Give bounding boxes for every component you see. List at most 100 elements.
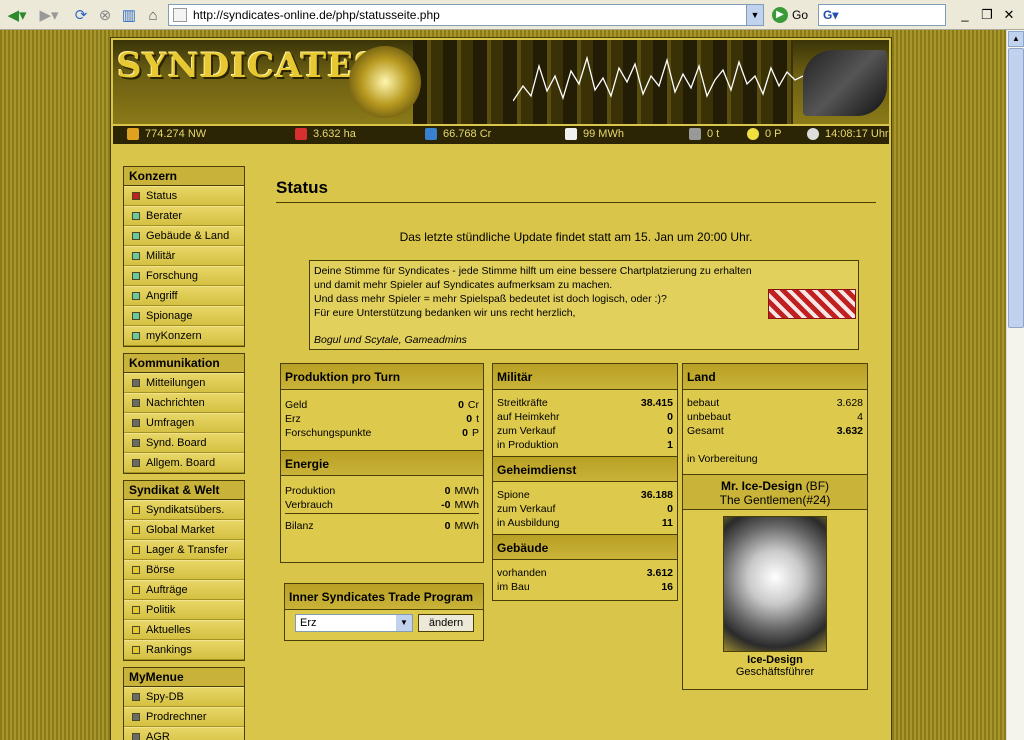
stat-row: in Ausbildung 11	[497, 517, 673, 529]
sidebar-item-global-market[interactable]: Global Market	[124, 520, 244, 540]
networth-icon	[127, 128, 139, 140]
bullet-icon	[132, 713, 140, 721]
change-button[interactable]: ändern	[418, 614, 474, 632]
bullet-icon	[132, 526, 140, 534]
stat-row: Bilanz 0 MWh	[285, 520, 479, 532]
sidebar: Konzern Status Berater Gebäude & Land Mi…	[123, 166, 245, 740]
resource-select[interactable]: Erz ▼	[295, 614, 413, 632]
sidebar-item-syndikatsuebers[interactable]: Syndikatsübers.	[124, 500, 244, 520]
bullet-icon	[132, 506, 140, 514]
browser-toolbar: ◀▾ ▶▾ ⟳ ⊗ ▥ ⌂ http://syndicates-online.d…	[0, 0, 1024, 30]
vote-banner[interactable]	[768, 289, 856, 319]
menu-title: Konzern	[124, 167, 244, 186]
sidebar-item-militaer[interactable]: Militär	[124, 246, 244, 266]
inner-trade-box: Inner Syndicates Trade Program Erz ▼ änd…	[284, 583, 484, 641]
sidebar-item-berater[interactable]: Berater	[124, 206, 244, 226]
history-icon[interactable]: ▥	[118, 4, 140, 26]
sidebar-item-spionage[interactable]: Spionage	[124, 306, 244, 326]
game-page: SYNDICATES 774.274 NW 3.632 ha 66.768 Cr…	[110, 37, 892, 740]
clock-icon	[807, 128, 819, 140]
forward-icon[interactable]: ▶▾	[34, 4, 64, 26]
stat-row: Geld 0 Cr	[285, 399, 479, 411]
stat-row: in Produktion 1	[497, 439, 673, 451]
sidebar-item-lager-transfer[interactable]: Lager & Transfer	[124, 540, 244, 560]
land-icon	[295, 128, 307, 140]
sidebar-item-mitteilungen[interactable]: Mitteilungen	[124, 373, 244, 393]
box-title: Produktion pro Turn	[281, 364, 483, 390]
sidebar-item-forschung[interactable]: Forschung	[124, 266, 244, 286]
ore-icon	[689, 128, 701, 140]
stat-row: im Bau 16	[497, 581, 673, 593]
stat-row: Gesamt 3.632	[687, 425, 863, 437]
sidebar-item-prodrechner[interactable]: Prodrechner	[124, 707, 244, 727]
sidebar-item-spy-db[interactable]: Spy-DB	[124, 687, 244, 707]
stat-row: auf Heimkehr 0	[497, 411, 673, 423]
mech-weapon-image	[803, 50, 887, 116]
update-message: Das letzte stündliche Update findet stat…	[399, 230, 753, 244]
lightbulb-icon	[747, 128, 759, 140]
stat-row: Spione 36.188	[497, 489, 673, 501]
vote-signature: Bogul und Scytale, Gameadmins	[314, 334, 467, 346]
profile-header: Mr. Ice-Design (BF) The Gentlemen(#24)	[683, 474, 867, 510]
bullet-icon	[132, 419, 140, 427]
sidebar-item-angriff[interactable]: Angriff	[124, 286, 244, 306]
restore-icon[interactable]: ❐	[978, 6, 996, 24]
production-box: Produktion pro Turn Geld 0 Cr Erz 0 t Forsch…	[280, 363, 484, 563]
syndicates-logo: SYNDICATES	[117, 46, 380, 86]
go-arrow-icon: ▶	[772, 7, 788, 23]
stat-row: Produktion 0 MWh	[285, 485, 479, 497]
go-button[interactable]: ▶ Go	[772, 5, 808, 25]
ore-stat: 0 t	[689, 128, 719, 140]
sidebar-item-rankings[interactable]: Rankings	[124, 640, 244, 660]
bullet-icon	[132, 546, 140, 554]
ruler-name[interactable]: Mr. Ice-Design	[721, 479, 802, 493]
page-favicon-icon	[173, 8, 187, 22]
vote-box: Deine Stimme für Syndicates - jede Stimm…	[309, 260, 859, 350]
sidebar-item-aktuelles[interactable]: Aktuelles	[124, 620, 244, 640]
scroll-up-icon[interactable]: ▲	[1008, 31, 1024, 47]
syndicate-name[interactable]: The Gentlemen(#24)	[720, 493, 831, 507]
sidebar-item-status[interactable]: Status	[124, 186, 244, 206]
url-text: http://syndicates-online.de/php/statusse…	[193, 8, 440, 22]
sidebar-item-gebaeude[interactable]: Gebäude & Land	[124, 226, 244, 246]
sidebar-item-umfragen[interactable]: Umfragen	[124, 413, 244, 433]
refresh-icon[interactable]: ⟳	[70, 4, 92, 26]
sidebar-item-nachrichten[interactable]: Nachrichten	[124, 393, 244, 413]
minimize-icon[interactable]: _	[956, 6, 974, 24]
back-icon[interactable]: ◀▾	[2, 4, 32, 26]
bullet-icon	[132, 566, 140, 574]
sidebar-item-politik[interactable]: Politik	[124, 600, 244, 620]
sidebar-item-boerse[interactable]: Börse	[124, 560, 244, 580]
home-icon[interactable]: ⌂	[142, 4, 164, 26]
sidebar-item-mykonzern[interactable]: myKonzern	[124, 326, 244, 346]
menu-syndikat: Syndikat & Welt Syndikatsübers. Global M…	[123, 480, 245, 661]
box-title: Land	[683, 364, 867, 390]
stat-row: unbebaut 4	[687, 411, 863, 423]
box-title: Gebäude	[493, 534, 677, 560]
bullet-icon	[132, 312, 140, 320]
vertical-scrollbar[interactable]: ▲	[1006, 30, 1024, 740]
go-label: Go	[792, 8, 809, 22]
sidebar-item-agr[interactable]: AGR	[124, 727, 244, 740]
box-title: Militär	[493, 364, 677, 390]
sidebar-item-auftraege[interactable]: Aufträge	[124, 580, 244, 600]
username: Ice-Design	[747, 654, 803, 666]
search-input[interactable]: G▾	[818, 4, 946, 26]
bullet-icon	[132, 292, 140, 300]
avatar	[723, 516, 827, 652]
address-bar[interactable]: http://syndicates-online.de/php/statusse…	[168, 4, 764, 26]
bullet-icon	[132, 733, 140, 740]
stock-ticker-graph	[513, 55, 803, 102]
stat-row: zum Verkauf 0	[497, 425, 673, 437]
scroll-thumb[interactable]	[1008, 48, 1024, 328]
box-title: Geheimdienst	[493, 456, 677, 482]
menu-kommunikation: Kommunikation Mitteilungen Nachrichten U…	[123, 353, 245, 474]
stop-icon[interactable]: ⊗	[94, 4, 116, 26]
bullet-icon	[132, 606, 140, 614]
sidebar-item-allgem-board[interactable]: Allgem. Board	[124, 453, 244, 473]
address-dropdown-icon[interactable]: ▼	[746, 5, 763, 25]
vote-text-line: Deine Stimme für Syndicates - jede Stimm…	[314, 265, 752, 277]
sidebar-item-synd-board[interactable]: Synd. Board	[124, 433, 244, 453]
bullet-icon	[132, 252, 140, 260]
close-icon[interactable]: ✕	[1000, 6, 1018, 24]
